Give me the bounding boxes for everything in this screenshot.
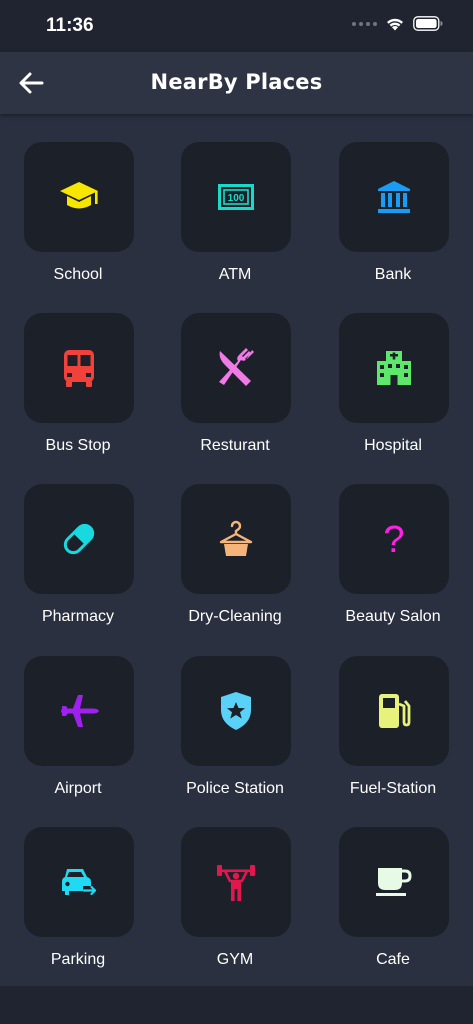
place-item-police-station[interactable]: Police Station <box>160 656 310 816</box>
place-label: Resturant <box>200 437 270 454</box>
app-header: NearBy Places <box>0 52 473 114</box>
place-tile[interactable] <box>24 656 134 766</box>
hospital-icon <box>377 351 411 385</box>
place-item-beauty-salon[interactable]: ? Beauty Salon <box>318 484 468 644</box>
parking-car-icon <box>62 869 97 896</box>
place-tile[interactable] <box>24 313 134 423</box>
fuel-pump-icon <box>379 694 411 728</box>
place-tile[interactable] <box>181 656 291 766</box>
place-tile[interactable] <box>181 827 291 937</box>
plane-icon <box>61 695 99 727</box>
coffee-cup-icon <box>376 868 412 896</box>
graduation-cap-icon <box>60 182 98 209</box>
place-tile[interactable] <box>339 142 449 252</box>
place-tile[interactable] <box>181 484 291 594</box>
place-label: School <box>53 266 103 283</box>
bank-icon <box>378 181 410 213</box>
place-label: Parking <box>50 951 106 968</box>
status-icons <box>352 16 443 31</box>
place-label: Bus Stop <box>45 437 111 454</box>
place-label: Beauty Salon <box>345 608 441 625</box>
hanger-icon <box>219 520 253 556</box>
wifi-icon <box>387 18 403 31</box>
place-label: Police Station <box>186 780 284 797</box>
pill-icon <box>63 523 95 555</box>
place-label: Hospital <box>364 437 422 454</box>
place-item-cafe[interactable]: Cafe <box>318 827 468 987</box>
place-item-hospital[interactable]: Hospital <box>318 313 468 473</box>
place-item-fuel-station[interactable]: Fuel-Station <box>318 656 468 816</box>
status-time: 11:36 <box>46 15 94 36</box>
place-tile[interactable] <box>339 827 449 937</box>
money-bill-icon: 100 <box>218 184 254 210</box>
place-item-bus-stop[interactable]: Bus Stop <box>3 313 153 473</box>
place-item-airport[interactable]: Airport <box>3 656 153 816</box>
place-label: ATM <box>218 266 252 283</box>
status-bar: 11:36 <box>0 0 473 52</box>
question-icon: ? <box>383 521 404 557</box>
signal-icon <box>352 21 377 26</box>
place-tile[interactable] <box>24 142 134 252</box>
place-tile[interactable] <box>339 313 449 423</box>
place-label: Dry-Cleaning <box>188 608 282 625</box>
place-tile[interactable]: 100 <box>181 142 291 252</box>
place-tile[interactable] <box>181 313 291 423</box>
bus-icon <box>64 350 94 387</box>
place-tile[interactable] <box>339 656 449 766</box>
weightlifter-icon <box>217 865 255 901</box>
police-shield-icon <box>221 692 251 730</box>
place-label: Bank <box>374 266 412 283</box>
place-item-bank[interactable]: Bank <box>318 142 468 302</box>
place-item-resturant[interactable]: Resturant <box>160 313 310 473</box>
place-label: Cafe <box>376 951 410 968</box>
place-item-school[interactable]: School <box>3 142 153 302</box>
svg-text:100: 100 <box>228 193 245 204</box>
place-item-parking[interactable]: Parking <box>3 827 153 987</box>
place-label: Pharmacy <box>41 608 115 625</box>
place-item-pharmacy[interactable]: Pharmacy <box>3 484 153 644</box>
place-item-gym[interactable]: GYM <box>160 827 310 987</box>
place-label: Fuel-Station <box>349 780 437 797</box>
place-item-atm[interactable]: 100 ATM <box>160 142 310 302</box>
place-label: GYM <box>216 951 254 968</box>
place-label: Airport <box>54 780 102 797</box>
bottom-bar <box>0 986 473 1024</box>
svg-text:?: ? <box>383 521 404 557</box>
place-item-dry-cleaning[interactable]: Dry-Cleaning <box>160 484 310 644</box>
battery-icon <box>413 16 443 31</box>
page-title: NearBy Places <box>150 70 323 94</box>
places-grid: School 100 ATM Bank Bus Stop Resturant H… <box>0 114 473 986</box>
place-tile[interactable] <box>24 827 134 937</box>
place-tile[interactable] <box>24 484 134 594</box>
place-tile[interactable]: ? <box>339 484 449 594</box>
utensils-icon <box>219 348 254 386</box>
